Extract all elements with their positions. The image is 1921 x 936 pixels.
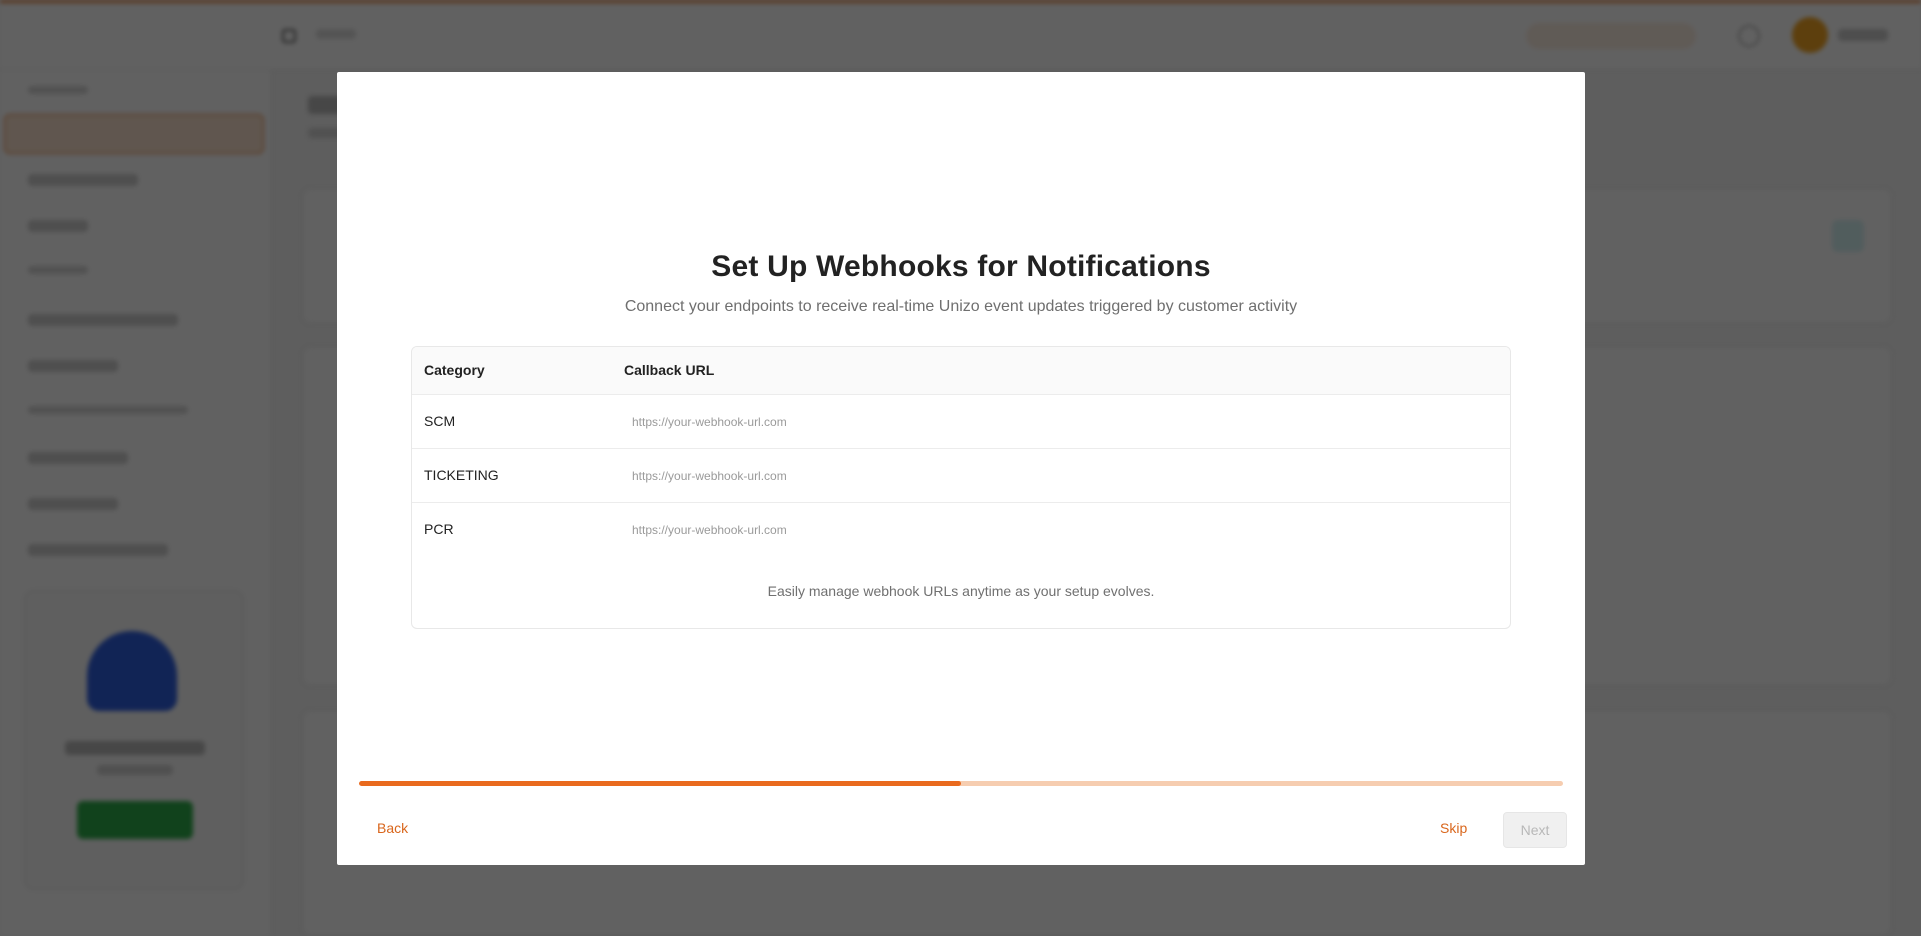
ticketing-callback-url-input[interactable]	[624, 461, 1484, 491]
pcr-callback-url-input[interactable]	[624, 515, 1484, 545]
modal-title: Set Up Webhooks for Notifications	[711, 250, 1211, 283]
progress-bar-fill	[359, 781, 961, 786]
skip-button[interactable]: Skip	[1440, 820, 1467, 836]
table-header: Category Callback URL	[412, 347, 1510, 395]
scm-callback-url-input[interactable]	[624, 407, 1484, 437]
category-scm: SCM	[424, 413, 456, 429]
progress-bar	[359, 781, 1563, 786]
table-row: PCR	[412, 503, 1510, 557]
back-button[interactable]: Back	[377, 820, 408, 836]
category-ticketing: TICKETING	[424, 467, 499, 483]
modal-note: Easily manage webhook URLs anytime as yo…	[767, 583, 1155, 599]
category-pcr: PCR	[424, 521, 454, 537]
next-button[interactable]: Next	[1503, 812, 1567, 848]
webhook-setup-modal: Set Up Webhooks for Notifications Connec…	[337, 72, 1585, 865]
modal-subtitle: Connect your endpoints to receive real-t…	[624, 298, 1298, 315]
table-row: SCM	[412, 395, 1510, 449]
table-row: TICKETING	[412, 449, 1510, 503]
column-header-callback-url: Callback URL	[624, 362, 715, 378]
column-header-category: Category	[424, 362, 485, 378]
